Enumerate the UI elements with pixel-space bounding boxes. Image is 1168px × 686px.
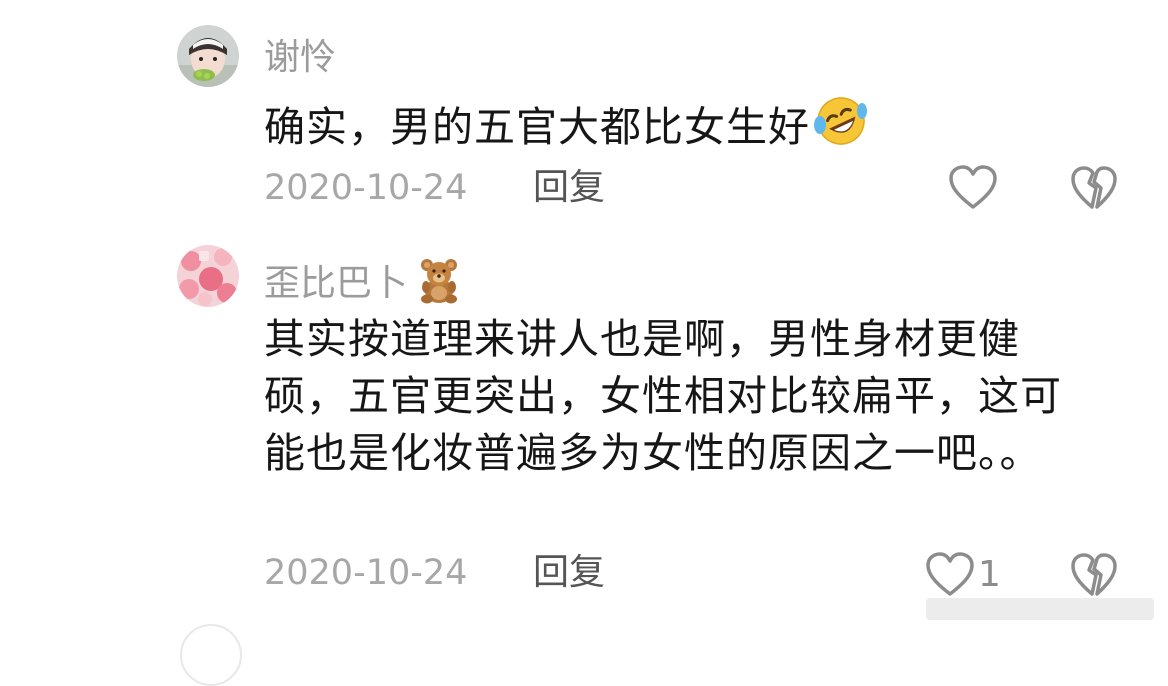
- avatar[interactable]: [180, 624, 242, 686]
- rolling-on-floor-laughing-emoji: [812, 95, 870, 162]
- avatar[interactable]: [177, 25, 239, 87]
- username[interactable]: 谢怜: [264, 38, 336, 78]
- broken-heart-icon[interactable]: [1070, 164, 1118, 216]
- heart-outline-icon[interactable]: [948, 164, 998, 216]
- broken-heart-icon[interactable]: [1070, 551, 1118, 603]
- watermark: [926, 598, 1154, 620]
- teddy-bear-emoji: [414, 255, 464, 314]
- like-count: 1: [978, 554, 1001, 595]
- comment-item: 歪比巴卜 其实按道理来讲人也是啊，男性身材更健硕，五官更突出，女性相对比较扁平，…: [0, 215, 1168, 632]
- reply-button[interactable]: 回复: [533, 168, 605, 208]
- username[interactable]: 歪比巴卜: [264, 255, 464, 314]
- comment-date: 2020-10-24: [264, 168, 468, 208]
- username-text: 歪比巴卜: [264, 263, 409, 304]
- comment-item: 谢怜 确实，男的五官大都比女生好 2020-10-24 回复: [0, 0, 1168, 215]
- comment-text: 确实，男的五官大都比女生好: [264, 95, 1094, 162]
- reply-button[interactable]: 回复: [533, 553, 605, 593]
- avatar[interactable]: [177, 245, 239, 307]
- comment-text: 其实按道理来讲人也是啊，男性身材更健硕，五官更突出，女性相对比较扁平，这可能也是…: [264, 315, 1062, 477]
- comment-text-content: 确实，男的五官大都比女生好: [264, 103, 810, 151]
- comment-date: 2020-10-24: [264, 553, 468, 593]
- heart-outline-icon[interactable]: [925, 551, 975, 603]
